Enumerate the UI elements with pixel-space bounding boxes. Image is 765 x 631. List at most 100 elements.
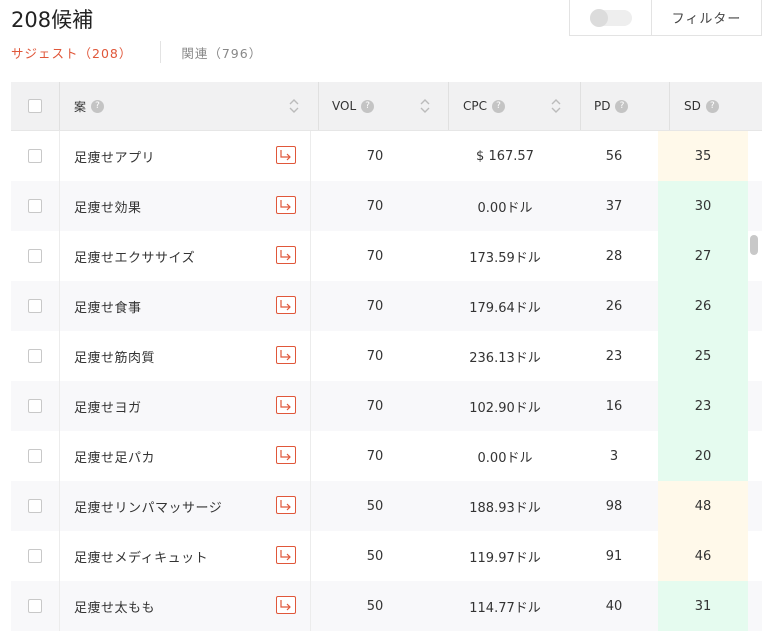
row-checkbox[interactable] [28, 499, 42, 513]
help-icon[interactable]: ? [615, 99, 629, 113]
scrollbar-thumb[interactable] [750, 235, 758, 255]
filter-button[interactable]: フィルター [652, 0, 761, 35]
keyword-cell[interactable]: 足痩せメディキュット [74, 531, 274, 581]
vol-cell: 70 [366, 398, 384, 414]
redirect-arrow-icon [280, 600, 291, 611]
row-select [28, 581, 58, 631]
pd-cell: 91 [605, 548, 623, 564]
cpc-cell: 0.00ドル [477, 450, 533, 466]
toggle-knob [589, 8, 608, 27]
sd-cell: 27 [658, 231, 748, 281]
redirect-arrow-icon [280, 450, 291, 461]
pd-cell: 28 [605, 248, 623, 264]
table-row[interactable]: 足痩せアプリ 70 $ 167.57 56 35 [11, 131, 762, 181]
open-keyword-button[interactable] [276, 396, 296, 414]
open-keyword-button[interactable] [276, 146, 296, 164]
header-pd[interactable]: PD ? [594, 82, 629, 130]
open-keyword-button[interactable] [276, 596, 296, 614]
table-row[interactable]: 足痩せ食事 70 179.64ドル 26 26 [11, 281, 762, 331]
keyword-cell[interactable]: 足痩せアプリ [74, 131, 274, 181]
header-cpc[interactable]: CPC ? [463, 82, 505, 130]
page-title: 208候補 [11, 8, 94, 32]
sort-icon[interactable] [550, 96, 562, 116]
vol-cell: 70 [366, 198, 384, 214]
column-divider [318, 82, 319, 130]
help-icon[interactable]: ? [492, 99, 505, 113]
open-keyword-button[interactable] [276, 196, 296, 214]
vol-cell: 50 [366, 548, 384, 564]
keyword-cell[interactable]: 足痩せ足パカ [74, 431, 274, 481]
cpc-cell: 173.59ドル [469, 250, 541, 266]
table-row[interactable]: 足痩せリンパマッサージ 50 188.93ドル 98 48 [11, 481, 762, 531]
open-keyword-button[interactable] [276, 296, 296, 314]
row-checkbox[interactable] [28, 549, 42, 563]
redirect-arrow-icon [280, 500, 291, 511]
row-select [28, 431, 58, 481]
row-select [28, 131, 58, 181]
open-keyword-button[interactable] [276, 446, 296, 464]
row-checkbox[interactable] [28, 149, 42, 163]
header-select-all [28, 82, 42, 130]
header-keyword[interactable]: 案 ? [74, 82, 105, 130]
open-keyword-button[interactable] [276, 246, 296, 264]
keyword-cell[interactable]: 足痩せリンパマッサージ [74, 481, 274, 531]
help-icon[interactable]: ? [361, 99, 375, 113]
open-keyword-button[interactable] [276, 496, 296, 514]
table-row[interactable]: 足痩せメディキュット 50 119.97ドル 91 46 [11, 531, 762, 581]
redirect-arrow-icon [280, 400, 291, 411]
help-icon[interactable]: ? [91, 99, 105, 113]
row-divider [59, 281, 60, 331]
row-checkbox[interactable] [28, 399, 42, 413]
keyword-cell[interactable]: 足痩せ効果 [74, 181, 274, 231]
tab-related[interactable]: 関連（796） [181, 43, 262, 62]
view-toggle[interactable] [589, 8, 632, 27]
table-row[interactable]: 足痩せヨガ 70 102.90ドル 16 23 [11, 381, 762, 431]
row-divider [59, 331, 60, 381]
vol-cell: 70 [366, 448, 384, 464]
row-divider [59, 431, 60, 481]
cpc-cell: 119.97ドル [469, 550, 541, 566]
row-checkbox[interactable] [28, 599, 42, 613]
vol-cell: 50 [366, 498, 384, 514]
tab-bar: サジェスト（208） 関連（796） [11, 41, 262, 63]
header-pd-label: PD [594, 99, 611, 113]
table-row[interactable]: 足痩せ効果 70 0.00ドル 37 30 [11, 181, 762, 231]
tab-suggest[interactable]: サジェスト（208） [11, 43, 132, 62]
row-select [28, 381, 58, 431]
header-cpc-label: CPC [463, 99, 487, 113]
redirect-arrow-icon [280, 350, 291, 361]
table-row[interactable]: 足痩せ筋肉質 70 236.13ドル 23 25 [11, 331, 762, 381]
header-sd[interactable]: SD ? [684, 82, 719, 130]
table-row[interactable]: 足痩せエクササイズ 70 173.59ドル 28 27 [11, 231, 762, 281]
cpc-cell: $ 167.57 [476, 148, 534, 164]
row-checkbox[interactable] [28, 199, 42, 213]
sd-cell: 26 [658, 281, 748, 331]
vol-cell: 70 [366, 348, 384, 364]
table-row[interactable]: 足痩せ足パカ 70 0.00ドル 3 20 [11, 431, 762, 481]
column-divider [59, 82, 60, 130]
select-all-checkbox[interactable] [28, 99, 42, 113]
keyword-cell[interactable]: 足痩せ食事 [74, 281, 274, 331]
sort-icon[interactable] [419, 96, 431, 116]
row-checkbox[interactable] [28, 449, 42, 463]
keyword-cell[interactable]: 足痩せ筋肉質 [74, 331, 274, 381]
row-checkbox[interactable] [28, 299, 42, 313]
header-sd-label: SD [684, 99, 701, 113]
keyword-cell[interactable]: 足痩せ太もも [74, 581, 274, 631]
open-keyword-button[interactable] [276, 346, 296, 364]
row-divider [59, 181, 60, 231]
vol-cell: 70 [366, 298, 384, 314]
help-icon[interactable]: ? [705, 99, 719, 113]
sort-icon[interactable] [288, 96, 300, 116]
keyword-cell[interactable]: 足痩せエクササイズ [74, 231, 274, 281]
row-divider [59, 581, 60, 631]
sd-cell: 48 [658, 481, 748, 531]
pd-cell: 3 [609, 448, 619, 464]
row-checkbox[interactable] [28, 249, 42, 263]
sd-cell: 20 [658, 431, 748, 481]
row-checkbox[interactable] [28, 349, 42, 363]
table-row[interactable]: 足痩せ太もも 50 114.77ドル 40 31 [11, 581, 762, 631]
header-vol[interactable]: VOL ? [332, 82, 375, 130]
open-keyword-button[interactable] [276, 546, 296, 564]
keyword-cell[interactable]: 足痩せヨガ [74, 381, 274, 431]
